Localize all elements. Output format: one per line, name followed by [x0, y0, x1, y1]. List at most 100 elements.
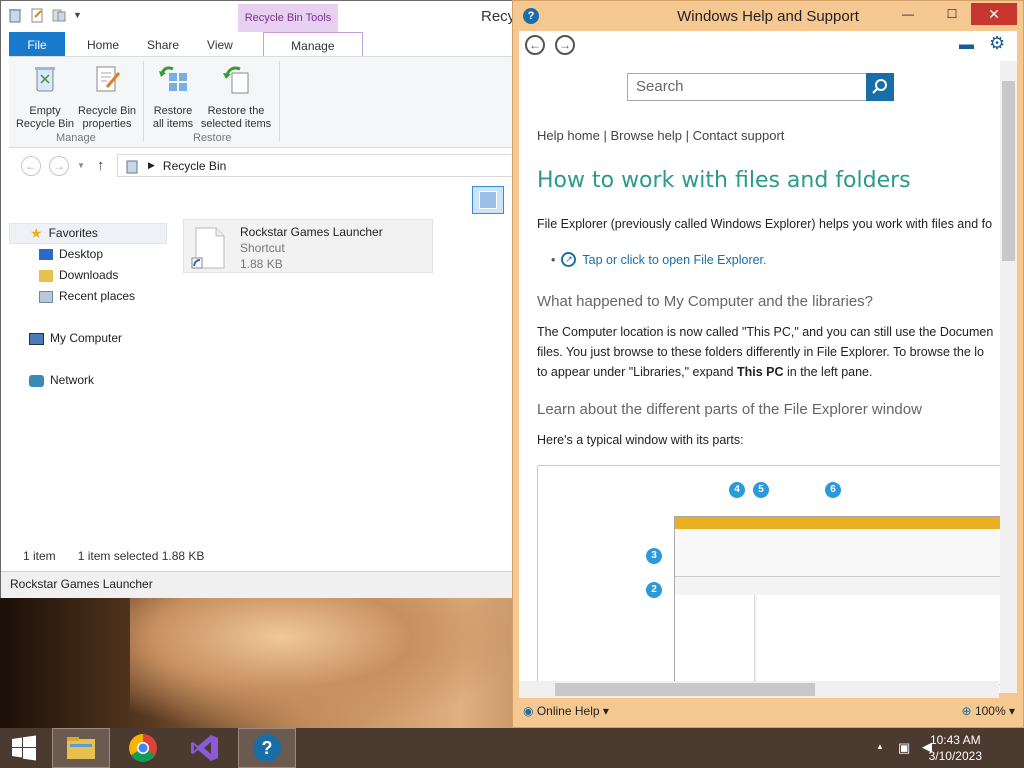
quick-access-toolbar: ▼	[7, 7, 82, 23]
restore-sel-label-2: selected items	[200, 118, 272, 130]
nav-downloads[interactable]: Downloads	[9, 265, 167, 286]
chevron-down-icon[interactable]: ▼	[77, 161, 85, 170]
properties-icon[interactable]	[29, 7, 45, 23]
tab-home[interactable]: Home	[73, 32, 133, 56]
empty-recycle-bin-button[interactable]: Empty Recycle Bin	[13, 63, 77, 131]
navigation-pane: ★ Favorites Desktop Downloads Recent plac…	[9, 223, 167, 391]
nav-label: My Computer	[50, 331, 123, 345]
chevron-right-icon[interactable]: ▶	[148, 160, 155, 171]
details-pane-toggle[interactable]	[472, 186, 504, 214]
typical-window-text: Here's a typical window with its parts:	[537, 433, 744, 447]
clock-time: 10:43 AM	[929, 733, 981, 747]
clock-date: 3/10/2023	[928, 749, 982, 763]
nav-label: Desktop	[59, 247, 104, 261]
props-label-1: Recycle Bin	[77, 105, 137, 117]
back-button[interactable]: ←	[21, 156, 41, 176]
help-forward-button[interactable]: →	[555, 35, 575, 55]
paragraph-line: to appear under "Libraries," expand This…	[537, 365, 872, 379]
text: to appear under "Libraries," expand	[537, 365, 737, 379]
vertical-scrollbar[interactable]	[1000, 61, 1017, 693]
recycle-bin-icon	[126, 160, 138, 173]
item-count: 1 item	[23, 549, 56, 563]
file-item-rockstar-launcher[interactable]: Rockstar Games Launcher Shortcut 1.88 KB	[183, 219, 433, 273]
network-status-icon[interactable]: ▣	[898, 740, 910, 756]
restore-all-label-2: all items	[152, 118, 194, 130]
chevron-down-icon[interactable]: ▼	[73, 10, 82, 20]
nav-desktop[interactable]: Desktop	[9, 244, 167, 265]
restore-sel-label-1: Restore the	[207, 105, 265, 117]
selection-info: 1 item selected 1.88 KB	[77, 549, 205, 563]
windows-logo-icon	[12, 735, 36, 761]
bullet: •	[551, 252, 556, 267]
taskbar-help-and-support[interactable]: ?	[238, 728, 296, 768]
print-icon[interactable]: ▬	[959, 36, 974, 53]
chrome-icon	[129, 734, 157, 762]
callout-4: 4	[729, 482, 745, 498]
online-help-menu[interactable]: ◉ Online Help ▾	[523, 704, 609, 718]
help-search-input[interactable]: Search	[627, 73, 867, 101]
folder-icon	[67, 737, 95, 759]
tab-view[interactable]: View	[193, 32, 247, 56]
maximize-button[interactable]: ☐	[937, 3, 967, 25]
address-text: Recycle Bin	[162, 158, 227, 173]
callout-2: 2	[646, 582, 662, 598]
help-icon: ?	[253, 734, 281, 762]
restore-all-items-button[interactable]: Restore all items	[147, 63, 199, 131]
file-size: 1.88 KB	[240, 257, 283, 271]
address-box[interactable]: ▶ Recycle Bin	[117, 154, 513, 177]
help-nav-links[interactable]: Help home | Browse help | Contact suppor…	[537, 128, 784, 143]
page-title: How to work with files and folders	[537, 168, 911, 193]
close-button[interactable]: ✕	[971, 3, 1017, 25]
ribbon-separator	[143, 61, 144, 141]
ribbon-separator	[279, 61, 280, 141]
recycle-bin-properties-button[interactable]: Recycle Bin properties	[75, 63, 139, 131]
file-name: Rockstar Games Launcher	[240, 225, 383, 239]
help-content: ← → ▬ ⚙ Search Help home | Browse help |…	[519, 31, 1017, 693]
online-help-label: Online Help	[536, 704, 600, 718]
zoom-icon: ⊕	[961, 704, 972, 718]
file-type: Shortcut	[240, 241, 285, 255]
taskbar-visual-studio[interactable]	[176, 728, 234, 768]
chevron-up-icon[interactable]: ▲	[876, 742, 884, 751]
up-arrow-icon[interactable]: ↑	[97, 157, 105, 174]
help-status-bar: ◉ Online Help ▾ ⊕ 100% ▾	[513, 695, 1023, 727]
nav-network[interactable]: Network	[9, 370, 167, 391]
gear-icon[interactable]: ⚙	[989, 33, 1005, 54]
nav-label: Favorites	[48, 226, 98, 240]
start-button[interactable]	[0, 728, 48, 768]
file-explorer-diagram: 4 5 6 3 2	[537, 465, 1007, 685]
new-folder-icon[interactable]	[51, 7, 67, 23]
tab-share[interactable]: Share	[133, 32, 193, 56]
taskbar-file-explorer[interactable]	[52, 728, 110, 768]
computer-icon	[29, 332, 44, 345]
arrow-circle-icon: ↗	[561, 252, 577, 267]
paragraph-line: The Computer location is now called "Thi…	[537, 325, 994, 339]
nav-my-computer[interactable]: My Computer	[9, 328, 167, 349]
intro-text: File Explorer (previously called Windows…	[537, 217, 993, 231]
tab-manage[interactable]: Manage	[262, 32, 363, 56]
restore-all-label-1: Restore	[153, 105, 193, 117]
open-file-explorer-link[interactable]: • ↗ Tap or click to open File Explorer.	[551, 252, 767, 267]
desktop-icon	[39, 249, 53, 260]
system-clock[interactable]: 10:43 AM 3/10/2023	[929, 732, 982, 764]
zoom-control[interactable]: ⊕ 100% ▾	[962, 704, 1015, 718]
props-label-2: properties	[82, 118, 132, 130]
search-button[interactable]	[866, 73, 894, 101]
tab-file[interactable]: File	[9, 32, 65, 56]
downloads-folder-icon	[39, 269, 53, 282]
info-bar: Rockstar Games Launcher	[1, 571, 513, 598]
help-back-button[interactable]: ←	[525, 35, 545, 55]
restore-selected-items-button[interactable]: Restore the selected items	[197, 63, 275, 131]
forward-button[interactable]: →	[49, 156, 69, 176]
network-icon	[29, 374, 44, 387]
empty-label-1: Empty	[29, 105, 61, 117]
nav-favorites[interactable]: ★ Favorites	[9, 223, 167, 244]
nav-recent-places[interactable]: Recent places	[9, 286, 167, 307]
minimize-button[interactable]: —	[893, 3, 923, 25]
star-icon: ★	[30, 225, 43, 241]
recent-places-icon	[39, 290, 53, 303]
group-label-manage: Manage	[56, 132, 96, 144]
taskbar-chrome[interactable]	[114, 728, 172, 768]
properties-icon	[96, 66, 121, 92]
zoom-level: 100%	[974, 704, 1006, 718]
